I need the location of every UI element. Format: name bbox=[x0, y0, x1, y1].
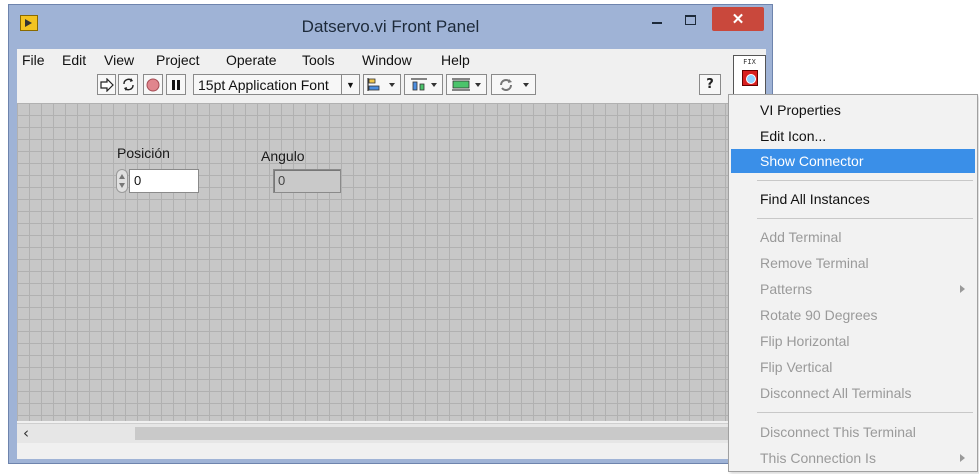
run-continuously-icon bbox=[122, 78, 134, 91]
menu-tools[interactable]: Tools bbox=[302, 52, 335, 68]
menu-item-this-connection-is: This Connection Is bbox=[731, 446, 975, 470]
scroll-left-arrow[interactable]: ‹ bbox=[23, 425, 37, 441]
menu-item-remove-terminal: Remove Terminal bbox=[760, 255, 869, 271]
menu-bar: File Edit View Project Operate Tools Win… bbox=[17, 49, 729, 71]
posicion-label: Posición bbox=[117, 145, 170, 161]
menu-separator bbox=[757, 180, 973, 181]
distribute-objects-icon bbox=[410, 78, 437, 91]
menu-item-flip-horizontal: Flip Horizontal bbox=[760, 333, 850, 349]
maximize-button[interactable] bbox=[677, 9, 703, 31]
close-icon: ✕ bbox=[731, 11, 745, 28]
title-bar[interactable]: Datservo.vi Front Panel ✕ bbox=[9, 5, 772, 47]
menu-item-vi-properties[interactable]: VI Properties bbox=[731, 98, 975, 122]
align-objects-icon bbox=[367, 78, 395, 91]
posicion-numeric-control: 0 bbox=[116, 169, 204, 193]
run-arrow-icon bbox=[99, 77, 114, 92]
resize-objects-button[interactable] bbox=[446, 74, 487, 95]
help-icon: ? bbox=[706, 77, 714, 92]
menu-window[interactable]: Window bbox=[362, 52, 412, 68]
close-button[interactable]: ✕ bbox=[712, 7, 764, 31]
minimize-button[interactable] bbox=[644, 9, 670, 31]
menu-item-show-connector[interactable]: Show Connector bbox=[731, 149, 975, 173]
angulo-label: Angulo bbox=[261, 148, 305, 164]
labview-window: Datservo.vi Front Panel ✕ File Edit View… bbox=[8, 4, 773, 464]
menu-separator bbox=[757, 218, 973, 219]
menu-file[interactable]: File bbox=[22, 52, 45, 68]
menu-view[interactable]: View bbox=[104, 52, 134, 68]
toolbar: 15pt Application Font ▼ ? bbox=[17, 71, 729, 99]
menu-item-add-terminal: Add Terminal bbox=[760, 229, 842, 245]
menu-operate[interactable]: Operate bbox=[226, 52, 277, 68]
run-button[interactable] bbox=[97, 74, 116, 95]
distribute-objects-button[interactable] bbox=[404, 74, 443, 95]
font-dropdown-value: 15pt Application Font bbox=[198, 76, 329, 93]
resize-objects-icon bbox=[451, 78, 481, 91]
angulo-indicator: 0 bbox=[273, 169, 341, 193]
pause-button[interactable] bbox=[166, 74, 186, 95]
context-menu: VI Properties Edit Icon... Show Connecto… bbox=[728, 94, 978, 472]
horizontal-scrollbar[interactable]: ‹ bbox=[17, 423, 731, 443]
scrollbar-thumb[interactable] bbox=[135, 427, 731, 440]
menu-item-disconnect-this-terminal: Disconnect This Terminal bbox=[760, 424, 916, 440]
window-client-area: File Edit View Project Operate Tools Win… bbox=[17, 49, 766, 459]
menu-item-flip-vertical: Flip Vertical bbox=[760, 359, 833, 375]
vi-icon-pane[interactable]: FIX bbox=[733, 55, 766, 99]
menu-item-edit-icon[interactable]: Edit Icon... bbox=[731, 124, 975, 148]
menu-help[interactable]: Help bbox=[441, 52, 470, 68]
menu-item-find-all-instances[interactable]: Find All Instances bbox=[731, 187, 975, 211]
menu-edit[interactable]: Edit bbox=[62, 52, 86, 68]
menu-item-disconnect-all-terminals: Disconnect All Terminals bbox=[760, 385, 912, 401]
front-panel-grid[interactable]: Posición 0 Angulo 0 bbox=[17, 103, 729, 421]
submenu-arrow-icon bbox=[960, 285, 965, 293]
posicion-input[interactable]: 0 bbox=[129, 169, 199, 193]
increment-decrement-buttons[interactable] bbox=[116, 169, 128, 193]
stop-icon bbox=[146, 78, 160, 91]
submenu-arrow-icon bbox=[960, 454, 965, 462]
menu-item-patterns-label: Patterns bbox=[760, 281, 813, 297]
pause-icon bbox=[172, 79, 180, 90]
menu-item-rotate-90: Rotate 90 Degrees bbox=[760, 307, 878, 323]
chevron-down-icon: ▼ bbox=[341, 75, 359, 94]
align-objects-button[interactable] bbox=[363, 74, 401, 95]
menu-item-this-connection-is-label: This Connection Is bbox=[760, 450, 876, 466]
menu-project[interactable]: Project bbox=[156, 52, 200, 68]
context-help-button[interactable]: ? bbox=[699, 74, 721, 95]
menu-item-patterns: Patterns bbox=[731, 277, 975, 301]
abort-button[interactable] bbox=[143, 74, 163, 95]
menu-separator bbox=[757, 412, 973, 413]
vi-icon-image bbox=[742, 70, 758, 86]
reorder-icon bbox=[499, 79, 529, 91]
font-dropdown[interactable]: 15pt Application Font ▼ bbox=[193, 74, 360, 95]
reorder-button[interactable] bbox=[491, 74, 536, 95]
vi-icon-text: FIX bbox=[743, 58, 756, 66]
run-continuously-button[interactable] bbox=[118, 74, 138, 95]
